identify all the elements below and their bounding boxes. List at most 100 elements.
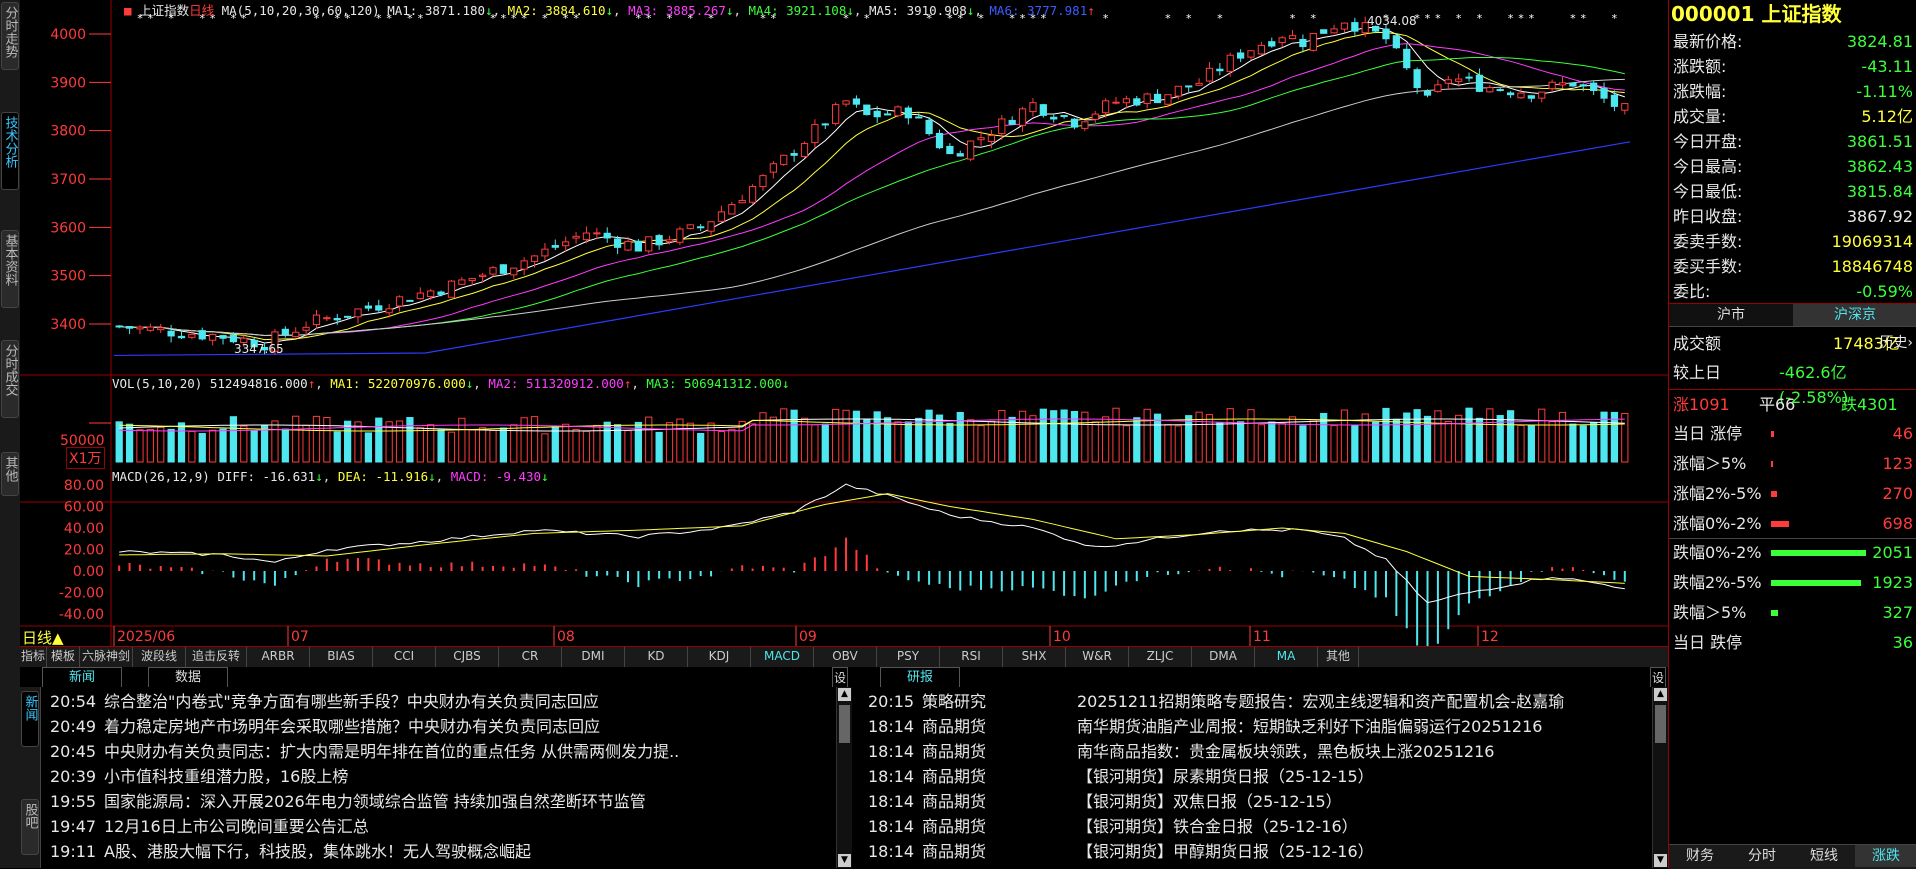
- research-item[interactable]: 18:14 商品期货 【银河期货】尿素期货日报（25-12-15）: [868, 764, 1648, 789]
- indicator-tab[interactable]: 指标: [20, 647, 47, 667]
- tab-timeshare[interactable]: 分时走势: [1, 2, 19, 70]
- indicator-tab[interactable]: MACD: [751, 647, 814, 667]
- volume-bar: [292, 415, 300, 463]
- quote-label: 委卖手数:: [1673, 232, 1743, 251]
- news-title: 12月16日上市公司晚间重要公告汇总: [104, 817, 369, 836]
- indicator-tab[interactable]: BIAS: [310, 647, 373, 667]
- indicator-tab[interactable]: W&R: [1066, 647, 1129, 667]
- research-item[interactable]: 18:14 商品期货 南华期货油脂产业周报：短期缺乏利好下油脂偏弱运行2025121…: [868, 714, 1648, 739]
- tab-finance[interactable]: 财务: [1669, 845, 1731, 867]
- scroll-thumb[interactable]: [839, 705, 850, 743]
- history-link[interactable]: 历史›: [1879, 331, 1913, 356]
- macd-axis-label: 0.00: [73, 564, 104, 580]
- side-tab-news[interactable]: 新闻: [21, 691, 39, 747]
- scroll-up-icon[interactable]: ▲: [1654, 688, 1667, 701]
- tab-news-label: 新闻: [68, 670, 95, 685]
- research-title: 20251211招期策略专题报告：宏观主线逻辑和资产配置机会-赵嘉瑜: [1077, 692, 1565, 711]
- dist-row: 涨幅＞5% 123: [1673, 451, 1913, 476]
- signal-star-icon: *: [1425, 12, 1431, 25]
- volume-bar: [1455, 414, 1463, 463]
- indicator-tab[interactable]: 六脉神剑: [80, 647, 133, 667]
- scroll-thumb[interactable]: [1655, 705, 1666, 743]
- vol-header: VOL(5,10,20) 512494816.000↑, MA1: 522070…: [112, 376, 790, 391]
- candle: [748, 184, 757, 204]
- turnover-label: 成交额: [1673, 334, 1722, 353]
- research-item[interactable]: 18:14 商品期货 【银河期货】铁合金日报（25-12-16）: [868, 814, 1648, 839]
- tab-research[interactable]: 研报: [880, 667, 960, 687]
- indicator-tab[interactable]: CCI: [373, 647, 436, 667]
- news-item[interactable]: 19:11 A股、港股大幅下行，科技股，集体跳水！无人驾驶概念崛起: [50, 839, 830, 864]
- news-item[interactable]: 20:39 小市值科技重组潜力股，16股上榜: [50, 764, 830, 789]
- tab-fundamentals[interactable]: 基本资料: [1, 230, 19, 308]
- indicator-tab[interactable]: RSI: [940, 647, 1003, 667]
- candle: [832, 102, 840, 126]
- news-settings-button[interactable]: 设: [832, 667, 848, 687]
- news-item[interactable]: 20:45 中央财办有关负责同志：扩大内需是明年排在首位的重点任务 从供需两侧发力…: [50, 739, 830, 764]
- tab-all-market[interactable]: 沪深京: [1793, 304, 1916, 326]
- volume-bar: [385, 421, 393, 463]
- quote-row: 今日开盘: 3861.51: [1673, 129, 1913, 154]
- quote-row: 涨跌幅: -1.11%: [1673, 79, 1913, 104]
- tab-research-label: 研报: [906, 670, 933, 685]
- volume-bar: [1444, 420, 1452, 463]
- research-scrollbar[interactable]: ▲ ▼: [1652, 687, 1668, 868]
- indicator-tab[interactable]: KD: [625, 647, 688, 667]
- news-item[interactable]: 19:47 12月16日上市公司晚间重要公告汇总: [50, 814, 830, 839]
- indicator-tab[interactable]: 模板: [47, 647, 80, 667]
- price-axis-label: 3700: [50, 172, 86, 188]
- volume-bar: [603, 421, 611, 463]
- quote-value: 18846748: [1831, 257, 1913, 276]
- period-toggle[interactable]: 日线▲: [22, 627, 64, 648]
- indicator-tab[interactable]: DMI: [562, 647, 625, 667]
- scroll-down-icon[interactable]: ▼: [838, 854, 851, 867]
- tab-short-term[interactable]: 短线: [1793, 845, 1855, 867]
- research-item[interactable]: 18:14 商品期货 【银河期货】甲醇期货日报（25-12-16）: [868, 839, 1648, 864]
- tab-news[interactable]: 新闻: [42, 667, 122, 687]
- tab-technical-analysis[interactable]: 技术分析: [1, 112, 19, 190]
- indicator-tab[interactable]: CJBS: [436, 647, 499, 667]
- tab-sh-market[interactable]: 沪市: [1669, 304, 1793, 326]
- research-item[interactable]: 20:15 策略研究 20251211招期策略专题报告：宏观主线逻辑和资产配置机会-…: [868, 689, 1648, 714]
- indicator-tab[interactable]: PSY: [877, 647, 940, 667]
- indicator-tab[interactable]: DMA: [1192, 647, 1255, 667]
- volume-bar: [437, 429, 445, 463]
- kline-chart[interactable]: * * * * * * * * * * * * * * * * * * * * * * * * * * * * * * * * * * * * * * * *…: [20, 0, 1668, 646]
- candle: [894, 105, 902, 118]
- tab-other[interactable]: 其他: [1, 452, 19, 496]
- scroll-up-icon[interactable]: ▲: [838, 688, 851, 701]
- research-title: 【银河期货】铁合金日报（25-12-16）: [1077, 817, 1358, 836]
- research-item[interactable]: 18:14 商品期货 【银河期货】双焦日报（25-12-15）: [868, 789, 1648, 814]
- tab-timeshare-small[interactable]: 分时: [1731, 845, 1793, 867]
- indicator-tab[interactable]: OBV: [814, 647, 877, 667]
- macd-axis-label: 20.00: [64, 543, 104, 559]
- indicator-tab[interactable]: 波段线: [133, 647, 186, 667]
- quote-value: 19069314: [1831, 232, 1913, 251]
- volume-bar: [406, 417, 414, 463]
- research-title: 【银河期货】尿素期货日报（25-12-15）: [1077, 767, 1374, 786]
- tab-trades[interactable]: 分时成交: [1, 340, 19, 418]
- indicator-tab[interactable]: CR: [499, 647, 562, 667]
- research-settings-button[interactable]: 设: [1650, 667, 1666, 687]
- volume-bar: [863, 418, 871, 463]
- news-item[interactable]: 20:54 综合整治"内卷式"竞争方面有哪些新手段？中央财办有关负责同志回应: [50, 689, 830, 714]
- indicator-tab[interactable]: 追击反转: [186, 647, 247, 667]
- news-item[interactable]: 20:49 着力稳定房地产市场明年会采取哪些措施？中央财办有关负责同志回应: [50, 714, 830, 739]
- research-item[interactable]: 18:14 商品期货 南华商品指数：贵金属板块领跌，黑色板块上涨20251216: [868, 739, 1648, 764]
- tab-data[interactable]: 数据: [148, 667, 228, 687]
- news-item[interactable]: 19:55 国家能源局：深入开展2026年电力领域综合监管 持续加强自然垄断环节监…: [50, 789, 830, 814]
- scroll-down-icon[interactable]: ▼: [1654, 854, 1667, 867]
- signal-star-icon: *: [1217, 12, 1223, 25]
- volume-bar: [1039, 408, 1047, 463]
- indicator-tab[interactable]: ZLJC: [1129, 647, 1192, 667]
- tab-updown[interactable]: 涨跌: [1855, 845, 1916, 867]
- news-scrollbar[interactable]: ▲ ▼: [836, 687, 852, 868]
- news-title: 中央财办有关负责同志：扩大内需是明年排在首位的重点任务 从供需两侧发力提..: [104, 742, 680, 761]
- macd-axis-label: 80.00: [64, 478, 104, 494]
- indicator-tab[interactable]: MA: [1255, 647, 1318, 667]
- indicator-tab[interactable]: ARBR: [247, 647, 310, 667]
- indicator-tab[interactable]: SHX: [1003, 647, 1066, 667]
- indicator-tab[interactable]: 其他: [1318, 647, 1359, 667]
- news-time: 20:49: [50, 717, 97, 736]
- side-tab-guba[interactable]: 股吧: [21, 799, 39, 855]
- indicator-tab[interactable]: KDJ: [688, 647, 751, 667]
